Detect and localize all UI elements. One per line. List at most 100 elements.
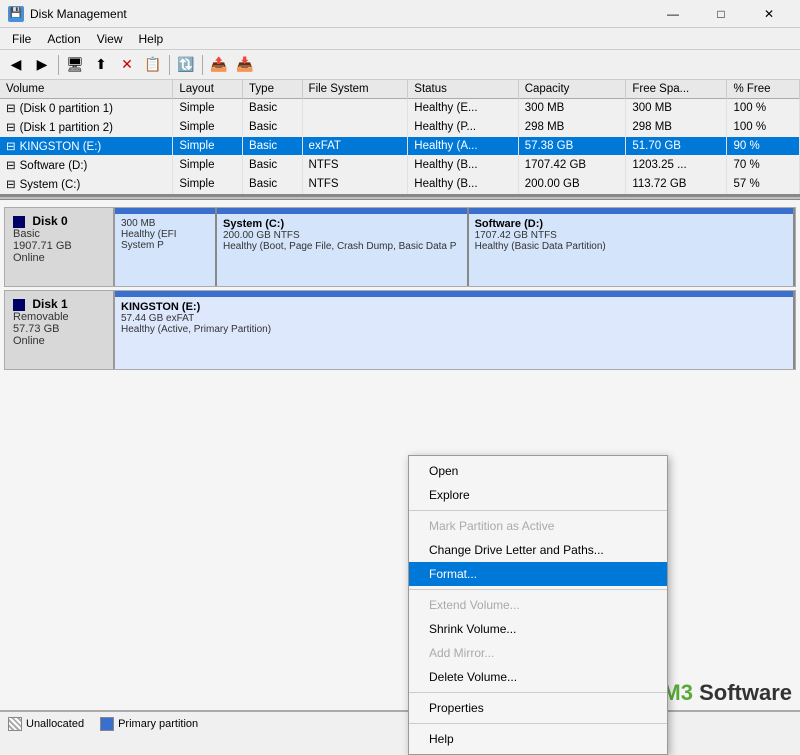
menu-file[interactable]: File (4, 30, 39, 48)
show-console-button[interactable]: 🖥 (63, 53, 87, 77)
import-button[interactable]: 📥 (233, 53, 257, 77)
export-button[interactable]: 📤 (207, 53, 231, 77)
context-menu-item[interactable]: Delete Volume... (409, 665, 667, 689)
context-menu-item[interactable]: Change Drive Letter and Paths... (409, 538, 667, 562)
table-cell: Basic (243, 156, 303, 175)
table-cell: 100 % (727, 118, 800, 137)
disk-label: Disk 0 Basic 1907.71 GB Online (5, 208, 115, 286)
col-type[interactable]: Type (243, 80, 303, 99)
partition-desc: Healthy (Boot, Page File, Crash Dump, Ba… (223, 241, 461, 252)
col-filesystem[interactable]: File System (302, 80, 408, 99)
toolbar: ◀ ▶ 🖥 ⬆ ✕ 📋 🔃 📤 📥 (0, 50, 800, 80)
table-header: Volume Layout Type File System Status Ca… (0, 80, 800, 99)
table-row[interactable]: ⊟(Disk 1 partition 2)SimpleBasic Healthy … (0, 118, 800, 137)
maximize-button[interactable]: □ (698, 0, 744, 28)
table-cell: 100 % (727, 99, 800, 118)
disk-type: Basic (13, 228, 105, 240)
partition-name: Software (D:) (475, 218, 787, 230)
table-cell: 300 MB (626, 99, 727, 118)
context-menu-item[interactable]: Format... (409, 562, 667, 586)
table-cell: Simple (173, 118, 243, 137)
window-controls: — □ ✕ (650, 0, 792, 28)
back-button[interactable]: ◀ (4, 53, 28, 77)
context-menu-separator (409, 723, 667, 724)
context-menu-item[interactable]: Open (409, 459, 667, 483)
context-menu: OpenExploreMark Partition as ActiveChang… (408, 455, 668, 755)
menu-action[interactable]: Action (39, 30, 88, 48)
legend-primary: Primary partition (100, 717, 198, 731)
disk-partitions: KINGSTON (E:)57.44 GB exFATHealthy (Acti… (115, 291, 795, 369)
partition-desc: Healthy (EFI System P (121, 229, 209, 251)
table-row[interactable]: ⊟Software (D:)SimpleBasicNTFSHealthy (B.… (0, 156, 800, 175)
table-cell: 90 % (727, 137, 800, 156)
menu-help[interactable]: Help (131, 30, 172, 48)
menu-view[interactable]: View (89, 30, 131, 48)
table-cell: Basic (243, 175, 303, 194)
table-cell: 200.00 GB (518, 175, 626, 194)
table-row[interactable]: ⊟(Disk 0 partition 1)SimpleBasicHealthy … (0, 99, 800, 118)
partition-desc: Healthy (Basic Data Partition) (475, 241, 787, 252)
table-cell: ⊟(Disk 0 partition 1) (0, 99, 173, 118)
app-icon: 💾 (8, 6, 24, 22)
new-button[interactable]: 📋 (141, 53, 165, 77)
partition-name: System (C:) (223, 218, 461, 230)
col-volume[interactable]: Volume (0, 80, 173, 99)
forward-button[interactable]: ▶ (30, 53, 54, 77)
partition[interactable]: KINGSTON (E:)57.44 GB exFATHealthy (Acti… (115, 291, 795, 369)
col-freespace[interactable]: Free Spa... (626, 80, 727, 99)
table-cell: 300 MB (518, 99, 626, 118)
partition-content: 300 MBHealthy (EFI System P (115, 214, 215, 286)
partition-content: System (C:)200.00 GB NTFSHealthy (Boot, … (217, 214, 467, 286)
table-cell: 298 MB (626, 118, 727, 137)
toolbar-separator-2 (169, 55, 170, 75)
disk-name: Disk 0 (13, 214, 105, 228)
volume-table: Volume Layout Type File System Status Ca… (0, 80, 800, 196)
partition-name: KINGSTON (E:) (121, 301, 787, 313)
context-menu-separator (409, 692, 667, 693)
col-layout[interactable]: Layout (173, 80, 243, 99)
table-cell: Simple (173, 137, 243, 156)
disk-label: Disk 1 Removable 57.73 GB Online (5, 291, 115, 369)
table-cell: Healthy (A... (408, 137, 518, 156)
table-row[interactable]: ⊟System (C:)SimpleBasicNTFSHealthy (B...… (0, 175, 800, 194)
partition-content: Software (D:)1707.42 GB NTFSHealthy (Bas… (469, 214, 793, 286)
legend-primary-label: Primary partition (118, 718, 198, 730)
context-menu-item: Add Mirror... (409, 641, 667, 665)
col-pctfree[interactable]: % Free (727, 80, 800, 99)
close-button[interactable]: ✕ (746, 0, 792, 28)
toolbar-separator-1 (58, 55, 59, 75)
context-menu-item[interactable]: Explore (409, 483, 667, 507)
context-menu-separator (409, 589, 667, 590)
context-menu-item[interactable]: Shrink Volume... (409, 617, 667, 641)
table-cell: ⊟(Disk 1 partition 2) (0, 118, 173, 137)
table-cell: Basic (243, 118, 303, 137)
disk-size: 57.73 GB (13, 323, 105, 335)
title-bar: 💾 Disk Management — □ ✕ (0, 0, 800, 28)
col-capacity[interactable]: Capacity (518, 80, 626, 99)
properties-button[interactable]: ⬆ (89, 53, 113, 77)
context-menu-separator (409, 510, 667, 511)
table-cell: Healthy (B... (408, 175, 518, 194)
table-cell: Healthy (P... (408, 118, 518, 137)
toolbar-separator-3 (202, 55, 203, 75)
partition[interactable]: System (C:)200.00 GB NTFSHealthy (Boot, … (217, 208, 469, 286)
table-cell: ⊟System (C:) (0, 175, 173, 194)
partition[interactable]: Software (D:)1707.42 GB NTFSHealthy (Bas… (469, 208, 795, 286)
minimize-button[interactable]: — (650, 0, 696, 28)
table-cell: Simple (173, 156, 243, 175)
col-status[interactable]: Status (408, 80, 518, 99)
table-cell: exFAT (302, 137, 408, 156)
disk-status: Online (13, 252, 105, 264)
table-cell: Healthy (E... (408, 99, 518, 118)
partition[interactable]: 300 MBHealthy (EFI System P (115, 208, 217, 286)
context-menu-item[interactable]: Properties (409, 696, 667, 720)
table-cell: ⊟KINGSTON (E:) (0, 137, 173, 156)
context-menu-item[interactable]: Help (409, 727, 667, 751)
refresh-button[interactable]: 🔃 (174, 53, 198, 77)
delete-button[interactable]: ✕ (115, 53, 139, 77)
table-cell: 113.72 GB (626, 175, 727, 194)
watermark: M3 Software (662, 680, 792, 706)
table-row[interactable]: ⊟KINGSTON (E:)SimpleBasicexFATHealthy (A… (0, 137, 800, 156)
legend-unallocated: Unallocated (8, 717, 84, 731)
table-cell: Simple (173, 175, 243, 194)
